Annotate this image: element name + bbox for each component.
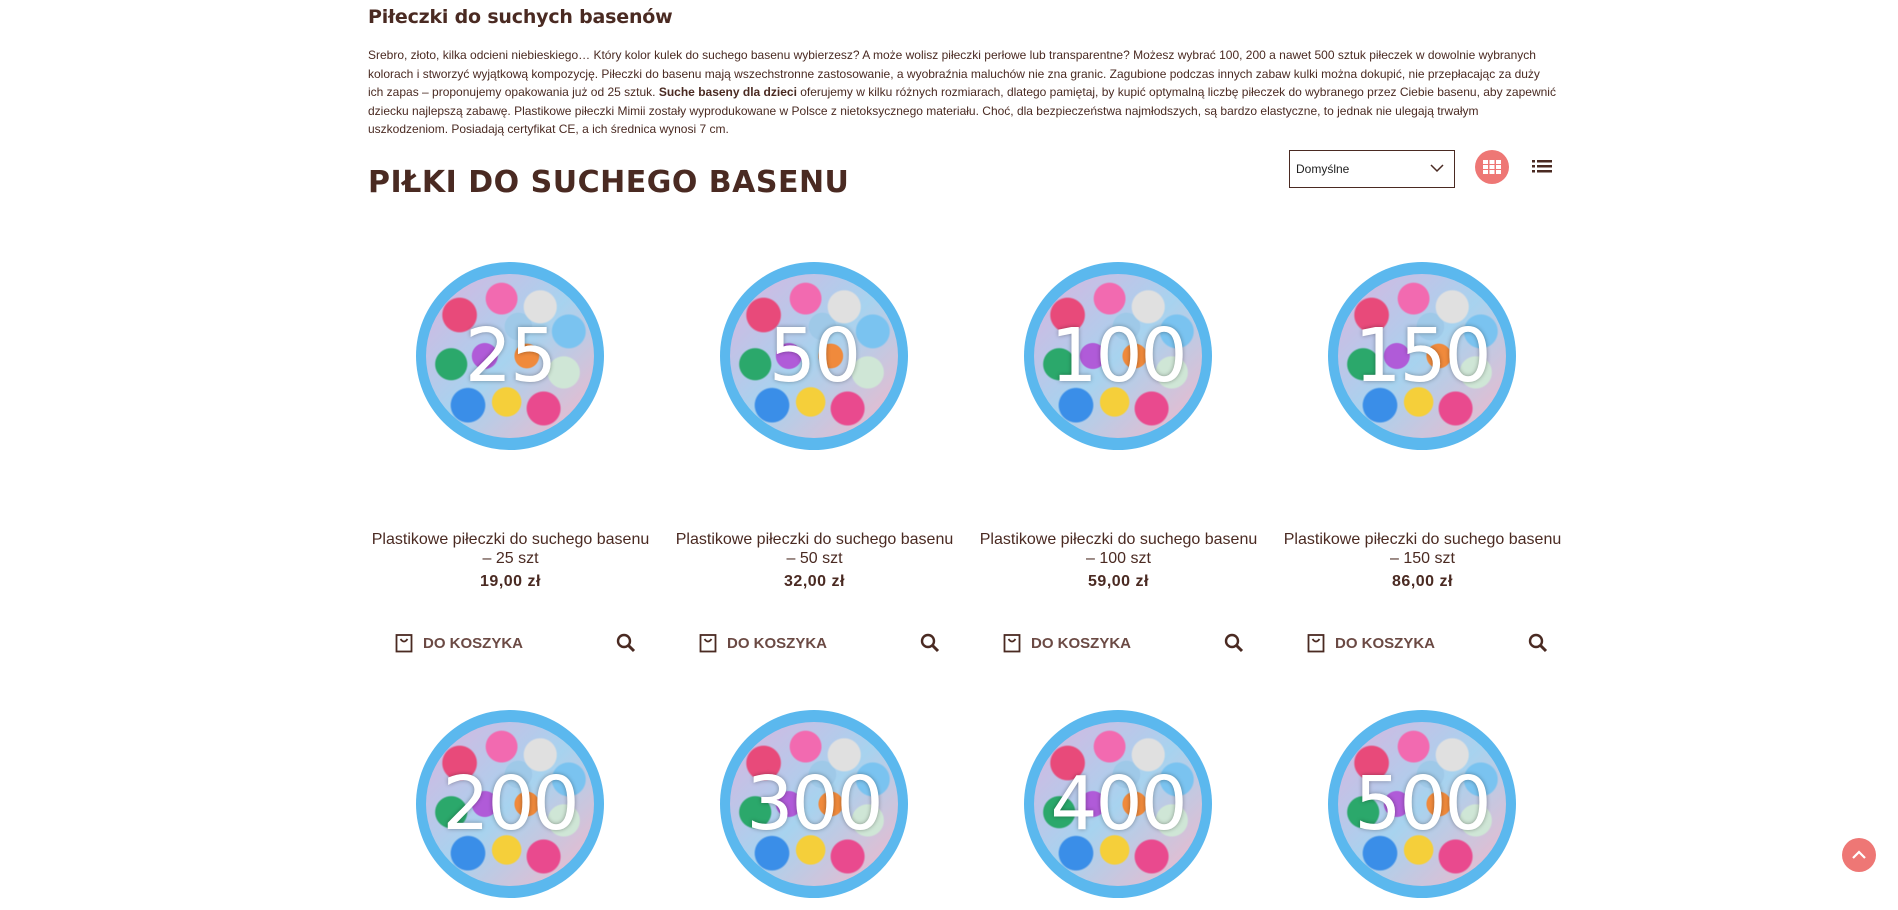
chevron-down-icon: [1430, 164, 1444, 173]
grid-icon: [1483, 160, 1501, 174]
intro-text-link[interactable]: Suche baseny dla dzieci: [659, 85, 797, 99]
product-name[interactable]: Plastikowe piłeczki do suchego basenu – …: [672, 530, 957, 568]
product-name[interactable]: Plastikowe piłeczki do suchego basenu – …: [976, 530, 1261, 568]
product-image-count: 25: [464, 313, 557, 399]
product-image[interactable]: 50: [720, 262, 908, 450]
product-image-count: 200: [442, 761, 579, 847]
product-image[interactable]: 400: [1024, 710, 1212, 898]
product-image[interactable]: 300: [720, 710, 908, 898]
product-price: 32,00 zł: [784, 573, 845, 590]
product-price: 86,00 zł: [1392, 573, 1453, 590]
intro-title: Piłeczki do suchych basenów: [368, 6, 673, 28]
product-image[interactable]: 200: [416, 710, 604, 898]
search-icon[interactable]: [1528, 633, 1548, 653]
add-to-cart-button[interactable]: DO KOSZYKA: [1003, 633, 1131, 653]
sort-select[interactable]: Domyślne: [1289, 150, 1455, 188]
product-image[interactable]: 25: [416, 262, 604, 450]
add-to-cart-button[interactable]: DO KOSZYKA: [395, 633, 523, 653]
product-image[interactable]: 100: [1024, 262, 1212, 450]
category-title: PIŁKI DO SUCHEGO BASENU: [368, 165, 850, 200]
add-to-cart-label: DO KOSZYKA: [727, 634, 828, 652]
product-image-count: 500: [1354, 761, 1491, 847]
search-icon[interactable]: [616, 633, 636, 653]
product-name[interactable]: Plastikowe piłeczki do suchego basenu – …: [368, 530, 653, 568]
search-icon[interactable]: [920, 633, 940, 653]
add-to-cart-label: DO KOSZYKA: [423, 634, 524, 652]
chevron-up-icon: [1852, 850, 1866, 859]
bag-icon: [395, 634, 413, 653]
add-to-cart-label: DO KOSZYKA: [1335, 634, 1436, 652]
scroll-to-top-button[interactable]: [1842, 838, 1876, 872]
product-price: 59,00 zł: [1088, 573, 1149, 590]
bag-icon: [1307, 634, 1325, 653]
product-image-count: 50: [768, 313, 861, 399]
product-image-count: 100: [1050, 313, 1187, 399]
bag-icon: [699, 634, 717, 653]
product-image-count: 150: [1354, 313, 1491, 399]
add-to-cart-button[interactable]: DO KOSZYKA: [699, 633, 827, 653]
product-image[interactable]: 500: [1328, 710, 1516, 898]
product-image[interactable]: 150: [1328, 262, 1516, 450]
grid-view-button[interactable]: [1475, 150, 1509, 184]
intro-text: Srebro, złoto, kilka odcieni niebieskieg…: [368, 46, 1556, 139]
search-icon[interactable]: [1224, 633, 1244, 653]
sort-select-value: Domyślne: [1296, 162, 1350, 176]
list-view-icon[interactable]: [1531, 156, 1553, 178]
add-to-cart-label: DO KOSZYKA: [1031, 634, 1132, 652]
bag-icon: [1003, 634, 1021, 653]
add-to-cart-button[interactable]: DO KOSZYKA: [1307, 633, 1435, 653]
product-image-count: 400: [1050, 761, 1187, 847]
product-image-count: 300: [746, 761, 883, 847]
product-price: 19,00 zł: [480, 573, 541, 590]
product-name[interactable]: Plastikowe piłeczki do suchego basenu – …: [1280, 530, 1565, 568]
